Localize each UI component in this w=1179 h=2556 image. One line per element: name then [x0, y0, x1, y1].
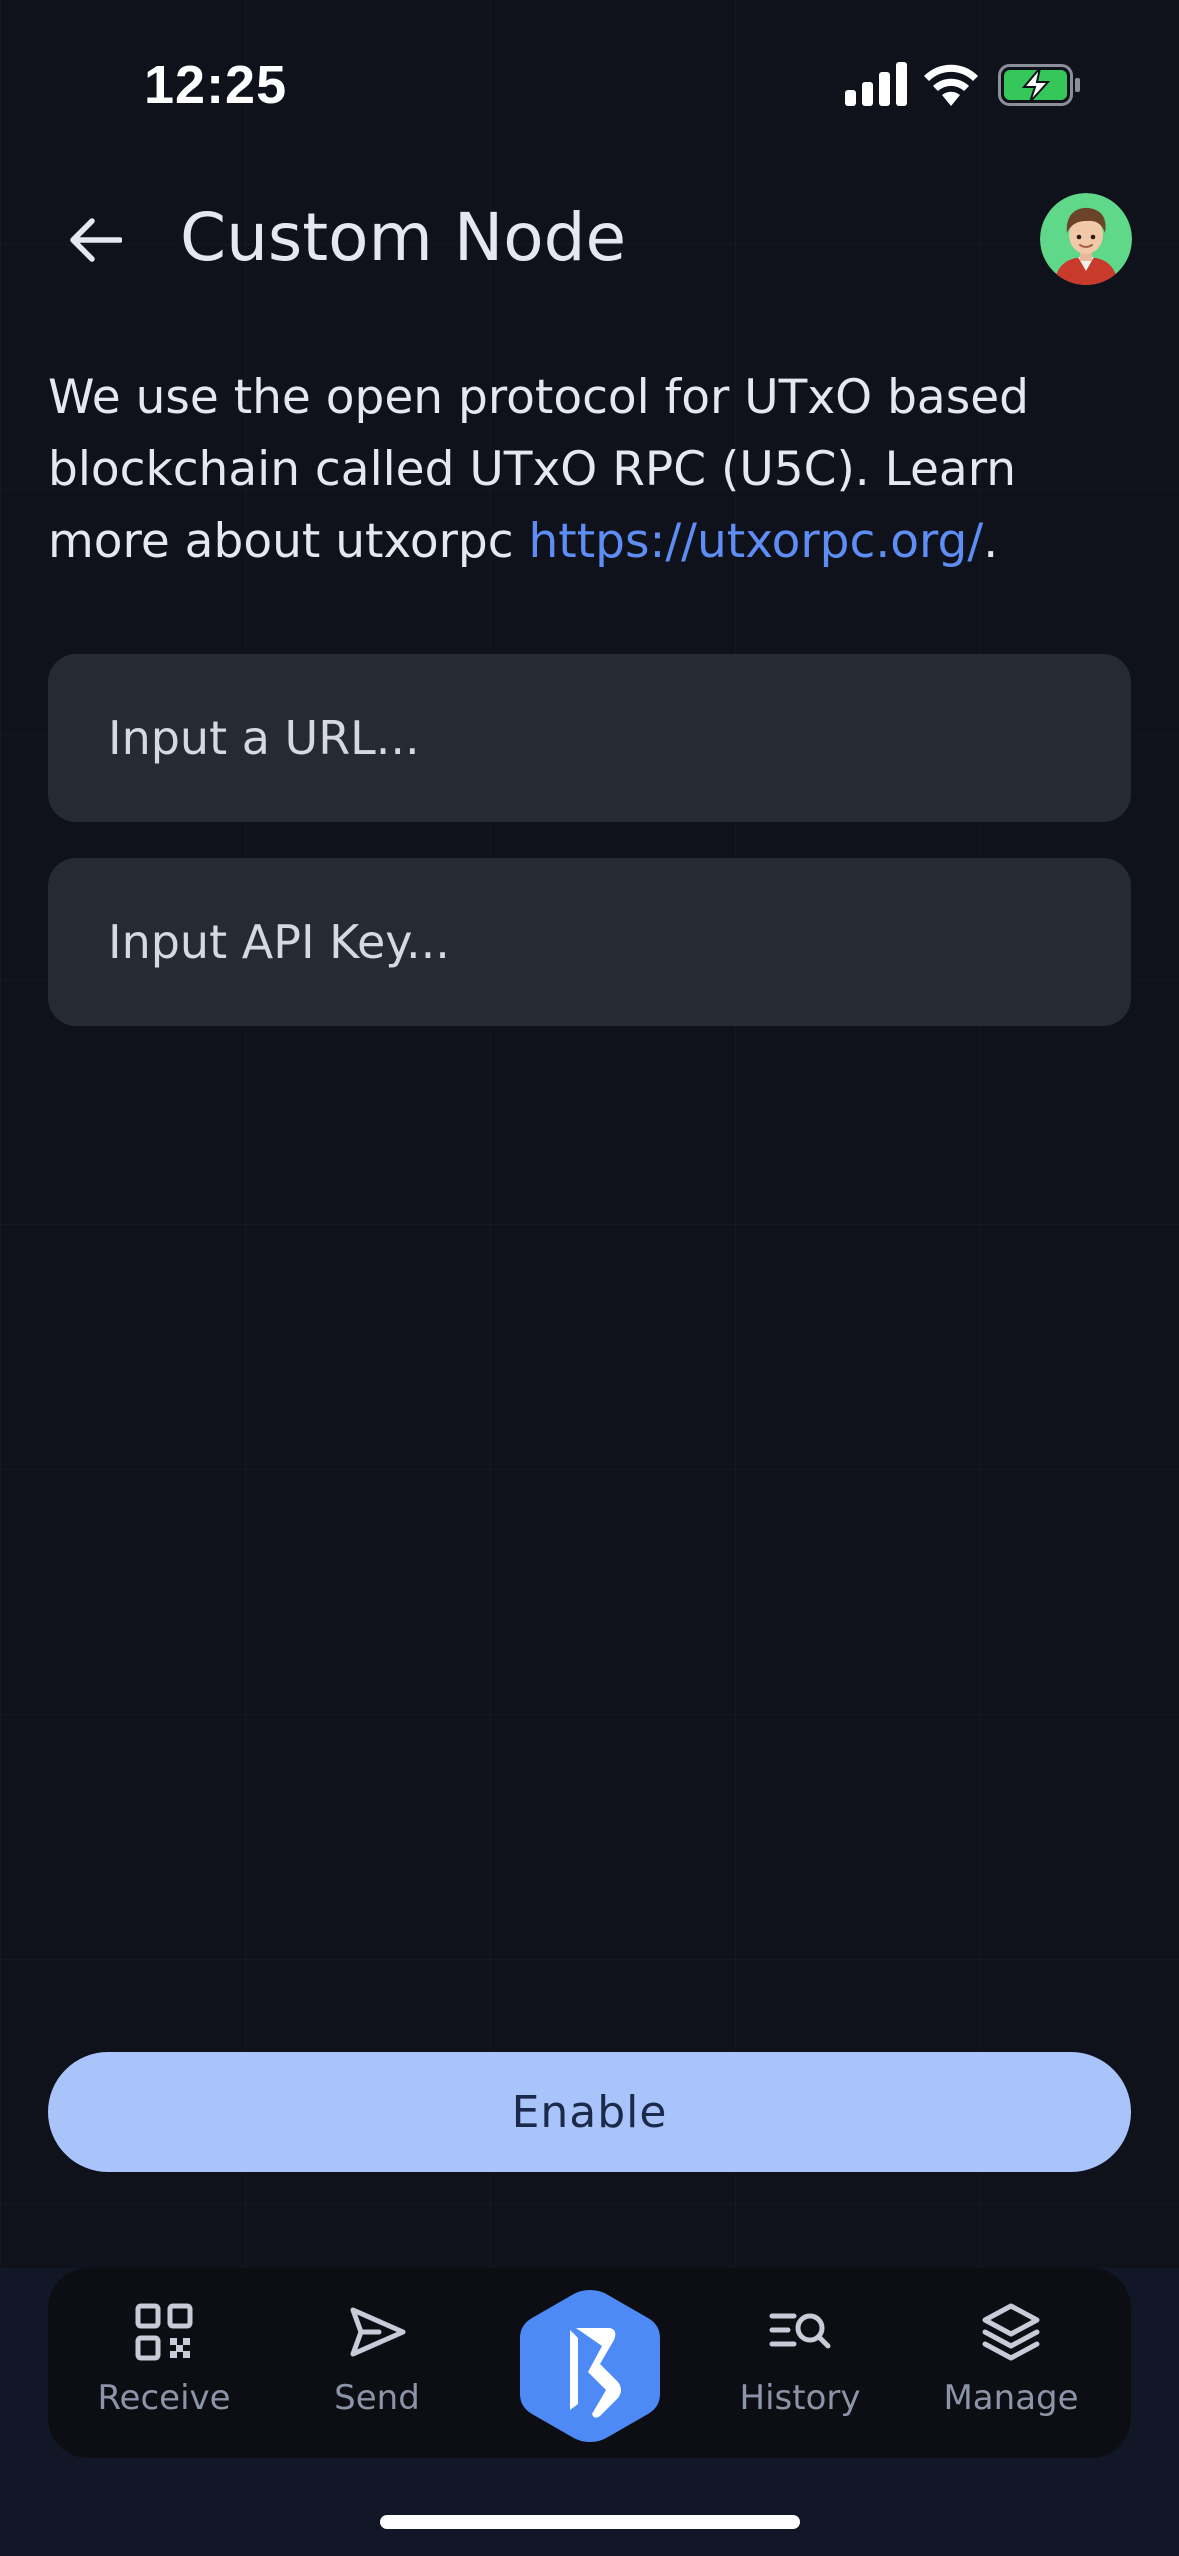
url-field	[48, 654, 1131, 822]
nav-history-label: History	[739, 2378, 861, 2418]
nav-home-logo[interactable]	[514, 2286, 666, 2446]
nav-send[interactable]: Send	[277, 2268, 477, 2458]
nav-history[interactable]: History	[700, 2268, 900, 2458]
avatar-icon	[1040, 193, 1132, 285]
cellular-signal-icon	[845, 62, 907, 106]
page-title: Custom Node	[180, 199, 627, 276]
protocol-description: We use the open protocol for UTxO based …	[48, 362, 1138, 578]
url-input[interactable]	[48, 654, 1131, 822]
wifi-icon	[924, 64, 978, 106]
nav-send-label: Send	[334, 2378, 420, 2418]
home-indicator[interactable]	[380, 2515, 800, 2529]
bottom-nav: Receive Send History Manage	[48, 2268, 1131, 2458]
qr-code-icon	[135, 2303, 193, 2361]
nav-receive[interactable]: Receive	[64, 2268, 264, 2458]
nav-manage-label: Manage	[943, 2378, 1079, 2418]
api-key-input[interactable]	[48, 858, 1131, 1026]
utxorpc-link[interactable]: https://utxorpc.org/	[529, 514, 984, 569]
app-logo-icon	[520, 2290, 660, 2442]
nav-receive-label: Receive	[97, 2378, 231, 2418]
battery-charging-icon	[998, 64, 1080, 106]
description-suffix: .	[983, 514, 999, 569]
status-time: 12:25	[144, 55, 288, 115]
arrow-left-icon	[70, 218, 122, 262]
enable-button[interactable]: Enable	[48, 2052, 1131, 2172]
send-icon	[350, 2307, 406, 2357]
nav-manage[interactable]: Manage	[911, 2268, 1111, 2458]
user-avatar[interactable]	[1040, 193, 1132, 285]
header: Custom Node	[0, 175, 1179, 305]
custom-node-screen: 12:25 Custom Node We use the open protoc…	[0, 0, 1179, 2556]
back-button[interactable]	[60, 205, 130, 275]
api-key-field	[48, 858, 1131, 1026]
status-bar: 12:25	[0, 0, 1179, 175]
layers-icon	[982, 2303, 1040, 2361]
history-search-icon	[769, 2313, 831, 2349]
